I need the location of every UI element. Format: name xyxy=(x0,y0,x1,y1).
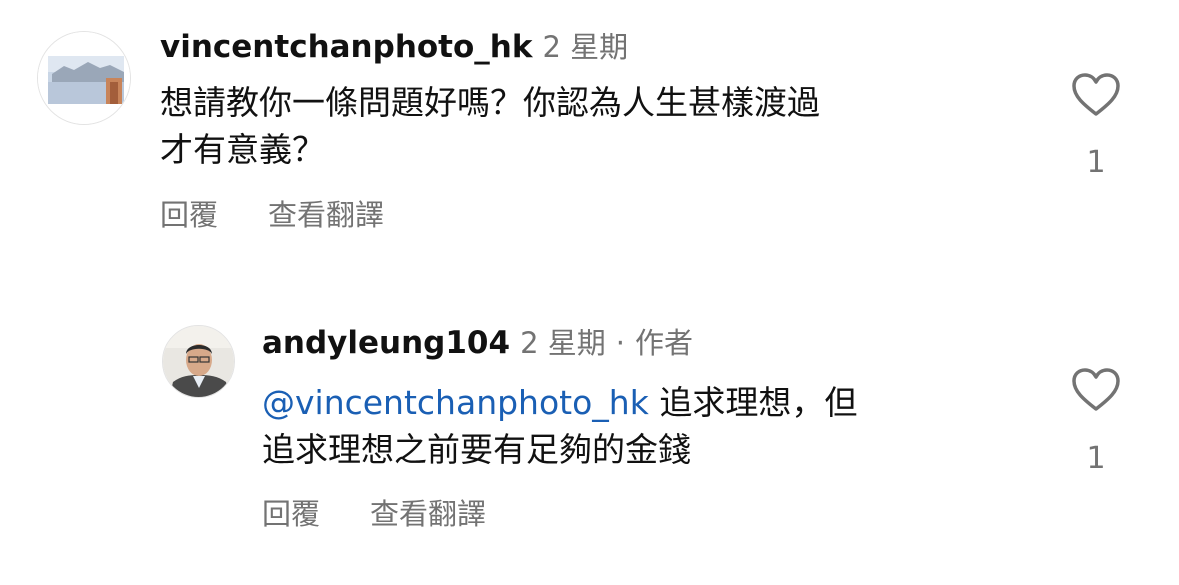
reply-button[interactable]: 回覆 xyxy=(160,198,218,232)
comment-text: 想請教你一條問題好嗎？你認為人生甚樣渡過 才有意義？ xyxy=(160,79,820,173)
reply-text: @vincentchanphoto_hk 追求理想，但 追求理想之前要有足夠的金… xyxy=(262,379,857,473)
comment-text-line2: 才有意義？ xyxy=(160,130,325,169)
heart-outline-icon[interactable] xyxy=(1071,72,1121,118)
reply-header: andyleung104 2 星期 · 作者 xyxy=(262,328,693,359)
mention-link[interactable]: @vincentchanphoto_hk xyxy=(262,383,649,422)
comment-time: 2 星期 xyxy=(542,30,629,64)
see-translation-button[interactable]: 查看翻譯 xyxy=(370,497,486,531)
user-avatar-landscape[interactable] xyxy=(37,31,131,125)
reply-actions: 回覆 查看翻譯 xyxy=(262,500,486,529)
comment-header: vincentchanphoto_hk 2 星期 xyxy=(160,32,628,63)
username-link[interactable]: vincentchanphoto_hk xyxy=(160,29,532,65)
reply-button[interactable]: 回覆 xyxy=(262,497,320,531)
landscape-avatar-image xyxy=(38,32,130,124)
reply-text-line1: @vincentchanphoto_hk 追求理想，但 xyxy=(262,379,857,426)
person-avatar-image xyxy=(163,326,234,397)
meta-separator: · xyxy=(615,326,625,360)
user-avatar-person[interactable] xyxy=(162,325,235,398)
like-count: 1 xyxy=(1086,145,1106,180)
comment-time: 2 星期 xyxy=(520,326,606,360)
like-count: 1 xyxy=(1086,441,1106,476)
username-link[interactable]: andyleung104 xyxy=(262,325,510,361)
reply-text-line1-rest: 追求理想，但 xyxy=(648,383,858,422)
comment-actions: 回覆 查看翻譯 xyxy=(160,201,384,230)
heart-outline-icon[interactable] xyxy=(1071,367,1121,413)
author-badge: 作者 xyxy=(634,326,693,360)
see-translation-button[interactable]: 查看翻譯 xyxy=(268,198,384,232)
reply-text-line2: 追求理想之前要有足夠的金錢 xyxy=(262,430,691,469)
comment-text-line1: 想請教你一條問題好嗎？你認為人生甚樣渡過 xyxy=(160,83,820,122)
